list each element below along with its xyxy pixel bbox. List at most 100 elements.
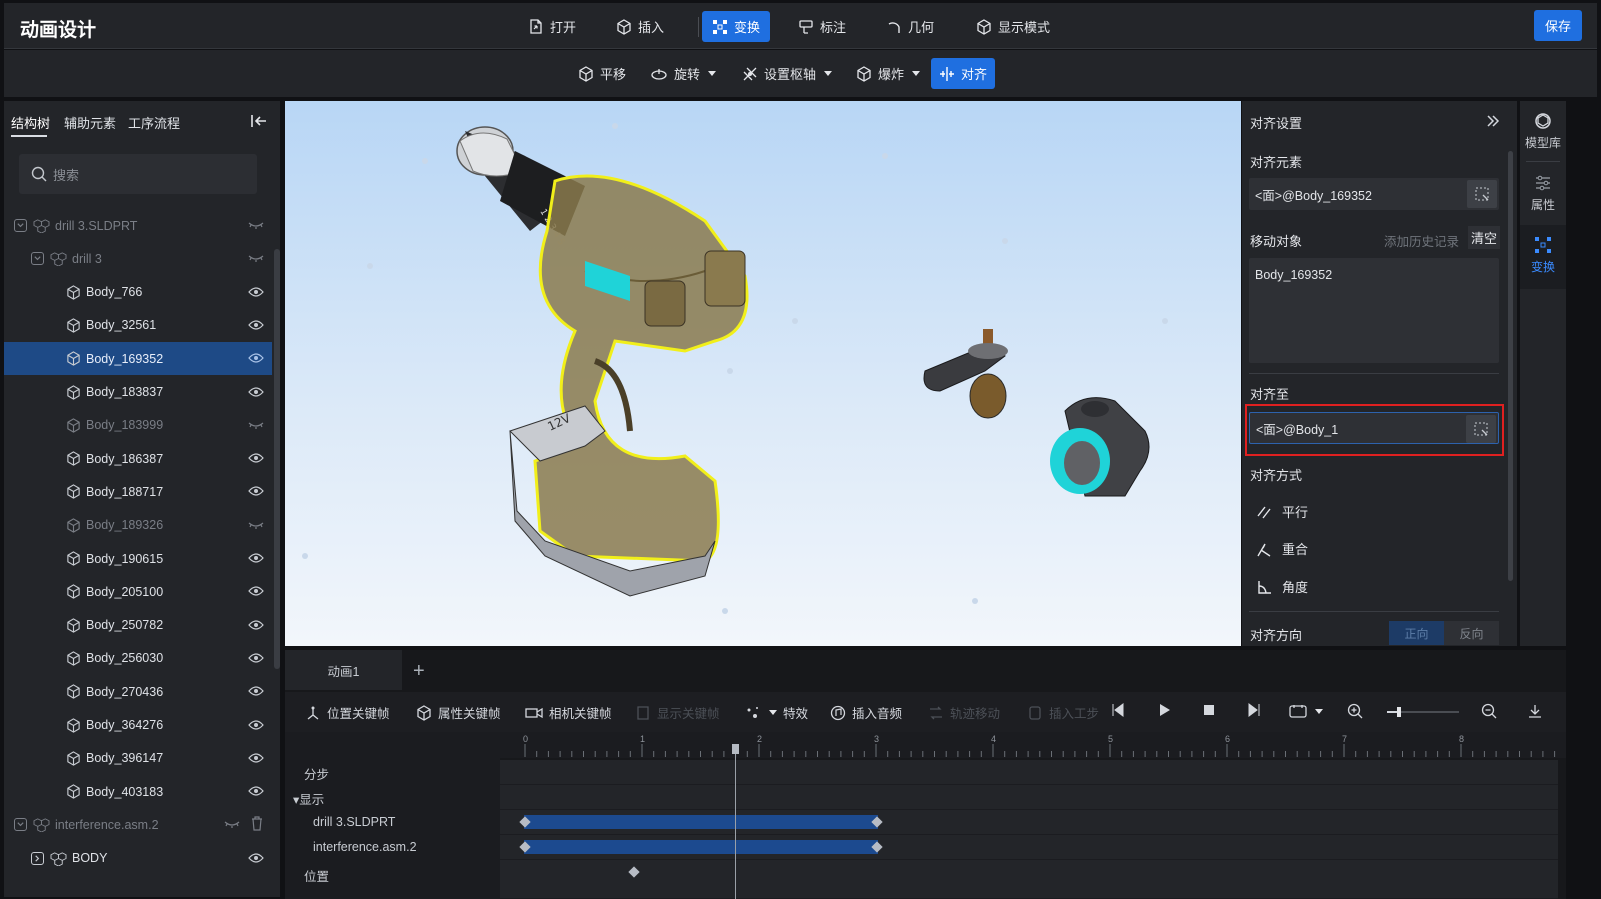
- visibility-icon[interactable]: [248, 552, 264, 564]
- visibility-icon[interactable]: [248, 619, 264, 631]
- expand-panel-icon[interactable]: [1486, 115, 1500, 127]
- position-keyframe-button[interactable]: 位置关键帧: [305, 703, 390, 722]
- 3d-viewport[interactable]: 1 2 3 4 5 12V: [285, 101, 1241, 646]
- playhead-handle[interactable]: [732, 744, 739, 754]
- transform-button[interactable]: 变换: [702, 11, 771, 42]
- track-lane-interference[interactable]: [500, 835, 1558, 860]
- stop-button[interactable]: [1202, 703, 1216, 717]
- tree-item[interactable]: BODY: [4, 842, 272, 875]
- display-keyframe-button[interactable]: 显示关键帧: [635, 703, 720, 722]
- tree-item[interactable]: Body_396147: [4, 742, 272, 775]
- move-object-list[interactable]: Body_169352: [1249, 258, 1499, 363]
- annotate-button[interactable]: 标注: [788, 11, 856, 42]
- camera-keyframe-button[interactable]: 相机关键帧: [525, 703, 612, 722]
- tab-process-flow[interactable]: 工序流程: [128, 113, 180, 132]
- tree-item[interactable]: Body_189326: [4, 509, 272, 542]
- visibility-off-icon[interactable]: [248, 252, 264, 264]
- zoom-out-button[interactable]: [1481, 703, 1497, 719]
- track-lane-step[interactable]: [500, 760, 1558, 785]
- open-button[interactable]: 打开: [518, 11, 586, 42]
- tree-item[interactable]: Body_188717: [4, 475, 272, 508]
- align-button[interactable]: 对齐: [931, 58, 996, 89]
- visibility-icon[interactable]: [248, 485, 264, 497]
- panel-scrollbar[interactable]: [1508, 151, 1513, 581]
- align-element-field[interactable]: <面>@Body_169352: [1249, 178, 1499, 210]
- visibility-off-icon[interactable]: [224, 818, 240, 830]
- tab-animation-1[interactable]: 动画1: [285, 650, 402, 690]
- visibility-icon[interactable]: [248, 785, 264, 797]
- track-lane-position[interactable]: [500, 860, 1558, 899]
- add-history-link[interactable]: 添加历史记录: [1384, 231, 1459, 250]
- visibility-icon[interactable]: [248, 452, 264, 464]
- tree-item[interactable]: Body_256030: [4, 642, 272, 675]
- translate-button[interactable]: 平移: [570, 58, 634, 89]
- track-move-button[interactable]: 轨迹移动: [928, 703, 1000, 722]
- track-lane-drill[interactable]: [500, 810, 1558, 835]
- insert-step-button[interactable]: 插入工步: [1027, 703, 1099, 722]
- loop-mode-button[interactable]: [1289, 703, 1323, 719]
- next-frame-button[interactable]: [1247, 703, 1261, 717]
- insert-audio-button[interactable]: 插入音频: [830, 703, 902, 722]
- delete-icon[interactable]: [250, 816, 264, 831]
- visibility-icon[interactable]: [248, 585, 264, 597]
- mode-angle[interactable]: 角度: [1256, 577, 1308, 596]
- rail-transform[interactable]: 变换: [1520, 235, 1566, 275]
- visibility-off-icon[interactable]: [248, 419, 264, 431]
- effects-button[interactable]: 特效: [745, 703, 808, 722]
- tree-item[interactable]: interference.asm.2: [4, 808, 272, 841]
- play-button[interactable]: [1157, 703, 1171, 717]
- direction-toggle[interactable]: 正向 反向: [1389, 621, 1499, 645]
- zoom-slider-thumb[interactable]: [1397, 707, 1401, 717]
- explode-button[interactable]: 爆炸: [848, 58, 928, 89]
- playhead-line[interactable]: [735, 746, 736, 899]
- set-pivot-button[interactable]: 设置枢轴: [734, 58, 840, 89]
- direction-forward[interactable]: 正向: [1389, 621, 1444, 645]
- geometry-button[interactable]: 几何: [876, 11, 944, 42]
- rail-properties[interactable]: 属性: [1520, 173, 1566, 213]
- visibility-icon[interactable]: [248, 719, 264, 731]
- prev-frame-button[interactable]: [1111, 703, 1125, 717]
- rail-model-library[interactable]: 模型库: [1520, 111, 1566, 151]
- tree-item[interactable]: Body_183837: [4, 376, 272, 409]
- download-button[interactable]: [1527, 703, 1543, 719]
- direction-reverse[interactable]: 反向: [1444, 621, 1499, 645]
- time-ruler[interactable]: 0 1 2 3 4 5 6 7 8: [500, 732, 1566, 758]
- mode-coincident[interactable]: 重合: [1256, 539, 1308, 558]
- tree-item[interactable]: Body_205100: [4, 575, 272, 608]
- move-object-item[interactable]: Body_169352: [1255, 268, 1332, 282]
- visibility-off-icon[interactable]: [248, 519, 264, 531]
- pick-element-button[interactable]: [1467, 180, 1497, 208]
- visibility-off-icon[interactable]: [248, 219, 264, 231]
- visibility-icon[interactable]: [248, 286, 264, 298]
- tree-item[interactable]: Body_403183: [4, 775, 272, 808]
- tree-item[interactable]: Body_766: [4, 276, 272, 309]
- visibility-icon[interactable]: [248, 685, 264, 697]
- tree-scrollbar[interactable]: [274, 249, 280, 669]
- tree-item[interactable]: Body_190615: [4, 542, 272, 575]
- tree-item[interactable]: Body_186387: [4, 442, 272, 475]
- collapse-panel-icon[interactable]: [250, 113, 268, 129]
- visibility-icon[interactable]: [248, 386, 264, 398]
- visibility-icon[interactable]: [248, 352, 264, 364]
- display-clip-bar[interactable]: [524, 815, 878, 829]
- zoom-in-button[interactable]: [1347, 703, 1363, 719]
- search-input[interactable]: 搜索: [19, 154, 257, 194]
- clear-button[interactable]: 清空: [1468, 226, 1500, 249]
- track-lane-display[interactable]: [500, 785, 1558, 810]
- display-mode-button[interactable]: 显示模式: [966, 11, 1060, 42]
- tree-item[interactable]: Body_270436: [4, 675, 272, 708]
- tree-item[interactable]: Body_250782: [4, 609, 272, 642]
- insert-button[interactable]: 插入: [606, 11, 674, 42]
- visibility-icon[interactable]: [248, 319, 264, 331]
- tree-item[interactable]: Body_169352: [4, 342, 272, 376]
- rotate-button[interactable]: 旋转: [642, 58, 724, 89]
- visibility-icon[interactable]: [248, 852, 264, 864]
- tab-auxiliary-elements[interactable]: 辅助元素: [64, 113, 116, 132]
- track-display-label[interactable]: ▾显示: [293, 789, 324, 808]
- tab-structure-tree[interactable]: 结构树: [11, 113, 50, 132]
- tree-item[interactable]: Body_364276: [4, 709, 272, 742]
- save-button[interactable]: 保存: [1534, 10, 1582, 41]
- visibility-icon[interactable]: [248, 752, 264, 764]
- property-keyframe-button[interactable]: 属性关键帧: [416, 703, 501, 722]
- visibility-icon[interactable]: [248, 652, 264, 664]
